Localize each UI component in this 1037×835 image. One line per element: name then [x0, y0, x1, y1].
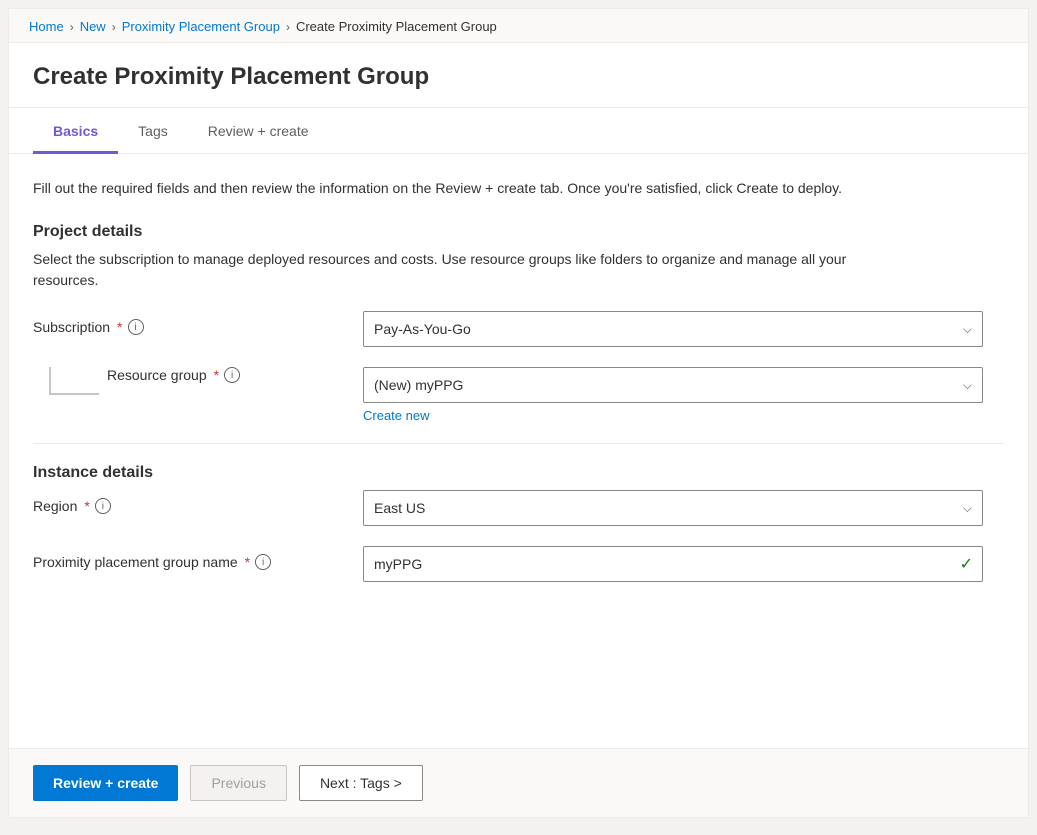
previous-button: Previous — [190, 765, 286, 801]
footer: Review + create Previous Next : Tags > — [9, 748, 1028, 817]
resource-group-label-row: Resource group * i — [33, 367, 363, 395]
region-dropdown[interactable]: East US ⌵ — [363, 490, 983, 526]
tab-basics[interactable]: Basics — [33, 109, 118, 154]
breadcrumb-sep-1: › — [70, 20, 74, 34]
subscription-value: Pay-As-You-Go — [374, 321, 471, 337]
resource-group-indent-area: Resource group * i — [33, 367, 363, 395]
breadcrumb-proximity[interactable]: Proximity Placement Group — [122, 19, 280, 34]
next-button[interactable]: Next : Tags > — [299, 765, 423, 801]
region-row: Region * i East US ⌵ — [33, 490, 1004, 526]
resource-group-label-container: Resource group * i — [99, 367, 240, 383]
resource-group-dropdown[interactable]: (New) myPPG ⌵ — [363, 367, 983, 403]
region-label: Region — [33, 498, 77, 514]
instance-details-section: Instance details Region * i East US ⌵ — [33, 464, 1004, 582]
region-label-col: Region * i — [33, 490, 363, 514]
subscription-info-icon[interactable]: i — [128, 319, 144, 335]
breadcrumb-new[interactable]: New — [80, 19, 106, 34]
breadcrumb: Home › New › Proximity Placement Group ›… — [9, 9, 1028, 43]
ppg-name-label-col: Proximity placement group name * i — [33, 546, 363, 570]
breadcrumb-sep-2: › — [112, 20, 116, 34]
subscription-control: Pay-As-You-Go ⌵ — [363, 311, 983, 347]
ppg-name-input[interactable] — [363, 546, 983, 582]
ppg-name-input-container: ✓ — [363, 546, 983, 582]
review-create-button[interactable]: Review + create — [33, 765, 178, 801]
resource-group-arrow-icon: ⌵ — [963, 378, 972, 393]
ppg-name-check-icon: ✓ — [960, 554, 973, 574]
resource-group-info-icon[interactable]: i — [224, 367, 240, 383]
resource-group-required: * — [214, 367, 219, 383]
breadcrumb-sep-3: › — [286, 20, 290, 34]
page-header: Create Proximity Placement Group — [9, 43, 1028, 108]
resource-group-wrapper: Resource group * i (New) myPPG ⌵ Create … — [33, 367, 1004, 423]
breadcrumb-home[interactable]: Home — [29, 19, 64, 34]
instance-details-title: Instance details — [33, 464, 1004, 482]
tab-tags[interactable]: Tags — [118, 109, 188, 154]
ppg-name-row: Proximity placement group name * i ✓ — [33, 546, 1004, 582]
page-title: Create Proximity Placement Group — [33, 63, 1004, 91]
subscription-required: * — [117, 319, 122, 335]
resource-group-indent-line — [49, 367, 99, 395]
region-info-icon[interactable]: i — [95, 498, 111, 514]
breadcrumb-current: Create Proximity Placement Group — [296, 19, 497, 34]
create-new-link[interactable]: Create new — [363, 408, 429, 423]
resource-group-label: Resource group — [107, 367, 207, 383]
ppg-name-control: ✓ — [363, 546, 983, 582]
tab-review-create[interactable]: Review + create — [188, 109, 329, 154]
subscription-label-col: Subscription * i — [33, 311, 363, 335]
project-details-title: Project details — [33, 223, 1004, 241]
region-arrow-icon: ⌵ — [963, 501, 972, 516]
subscription-row: Subscription * i Pay-As-You-Go ⌵ — [33, 311, 1004, 347]
tabs-container: Basics Tags Review + create — [9, 108, 1028, 154]
ppg-name-info-icon[interactable]: i — [255, 554, 271, 570]
resource-group-control: (New) myPPG ⌵ Create new — [363, 367, 983, 423]
region-required: * — [84, 498, 89, 514]
project-details-section: Project details Select the subscription … — [33, 223, 1004, 423]
ppg-name-label: Proximity placement group name — [33, 554, 238, 570]
resource-group-value: (New) myPPG — [374, 377, 463, 393]
project-details-desc: Select the subscription to manage deploy… — [33, 249, 883, 291]
region-control: East US ⌵ — [363, 490, 983, 526]
main-content: Fill out the required fields and then re… — [9, 154, 1028, 748]
section-divider — [33, 443, 1004, 444]
ppg-name-required: * — [245, 554, 250, 570]
subscription-arrow-icon: ⌵ — [963, 322, 972, 337]
region-value: East US — [374, 500, 425, 516]
form-description: Fill out the required fields and then re… — [33, 178, 933, 199]
subscription-dropdown[interactable]: Pay-As-You-Go ⌵ — [363, 311, 983, 347]
subscription-label: Subscription — [33, 319, 110, 335]
